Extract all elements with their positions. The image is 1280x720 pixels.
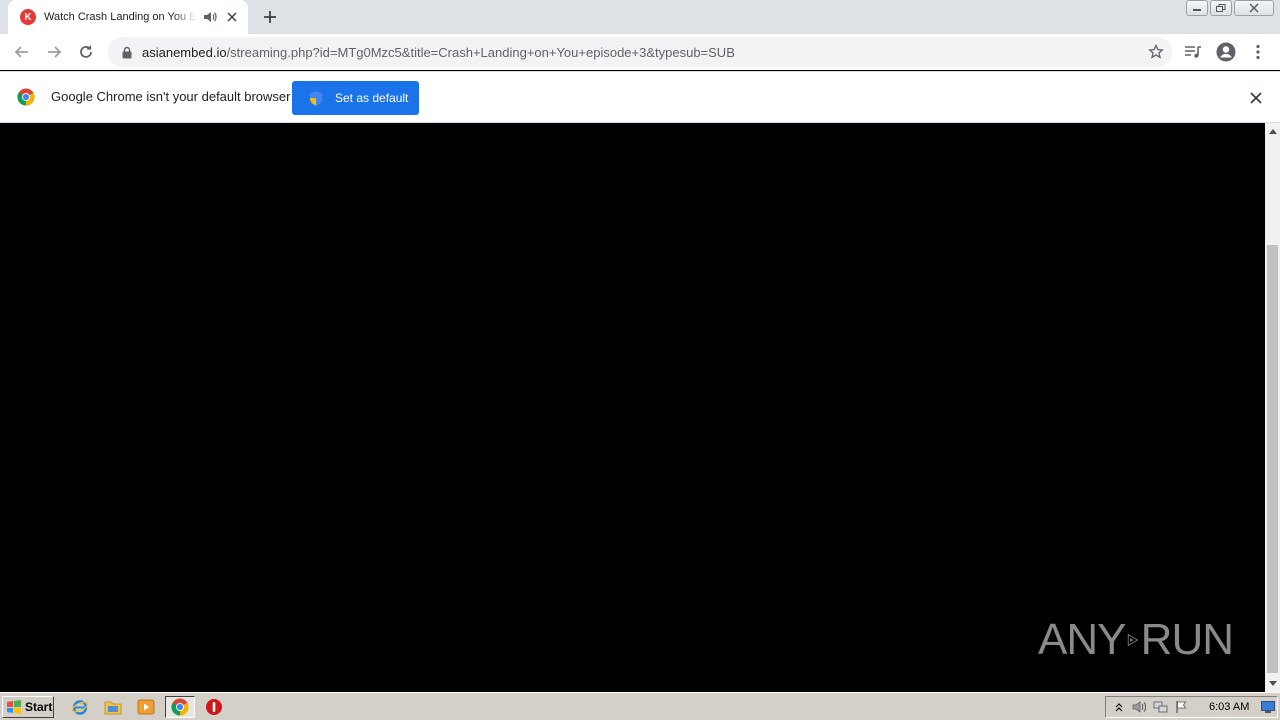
play-triangle-icon bbox=[1128, 633, 1139, 647]
address-bar[interactable]: asianembed.io/streaming.php?id=MTg0Mzc5&… bbox=[108, 37, 1172, 67]
opera-stop-icon[interactable] bbox=[202, 697, 226, 717]
restore-icon[interactable] bbox=[1210, 0, 1232, 16]
speaker-icon[interactable] bbox=[202, 9, 218, 25]
chrome-taskbar-icon[interactable] bbox=[165, 696, 195, 718]
file-explorer-icon[interactable] bbox=[101, 697, 125, 717]
tray-expand-arrow-icon[interactable] bbox=[1111, 699, 1127, 715]
action-center-flag-icon[interactable] bbox=[1174, 699, 1190, 715]
forward-arrow-icon[interactable] bbox=[41, 39, 67, 65]
browser-toolbar: asianembed.io/streaming.php?id=MTg0Mzc5&… bbox=[0, 34, 1280, 70]
watermark-left-text: ANY bbox=[1038, 615, 1126, 664]
back-arrow-icon[interactable] bbox=[9, 39, 35, 65]
infobar-message: Google Chrome isn't your default browser bbox=[51, 89, 291, 104]
video-player-area[interactable] bbox=[0, 123, 1265, 692]
windows-taskbar: Start 6:03 AM bbox=[0, 692, 1280, 720]
window-close-icon[interactable] bbox=[1234, 0, 1274, 16]
url-path: /streaming.php?id=MTg0Mzc5&title=Crash+L… bbox=[226, 44, 735, 60]
browser-tab[interactable]: K Watch Crash Landing on You Episode 3 bbox=[8, 0, 248, 34]
account-icon[interactable] bbox=[1215, 41, 1237, 63]
star-icon[interactable] bbox=[1148, 43, 1164, 60]
anyrun-watermark: ANY RUN bbox=[1038, 608, 1234, 672]
volume-icon[interactable] bbox=[1132, 699, 1148, 715]
windows-logo-icon bbox=[7, 700, 21, 714]
scroll-down-arrow-icon[interactable] bbox=[1265, 675, 1280, 692]
start-label: Start bbox=[25, 700, 53, 714]
site-favicon-icon: K bbox=[20, 9, 36, 25]
network-icon[interactable] bbox=[1153, 699, 1169, 715]
lock-icon[interactable] bbox=[120, 45, 134, 59]
tab-strip: K Watch Crash Landing on You Episode 3 bbox=[0, 0, 1280, 34]
internet-explorer-icon[interactable] bbox=[68, 697, 92, 717]
scroll-thumb[interactable] bbox=[1267, 245, 1278, 673]
close-icon[interactable] bbox=[1248, 90, 1264, 106]
menu-icon[interactable] bbox=[1247, 41, 1269, 63]
show-desktop-icon[interactable] bbox=[1261, 700, 1275, 714]
tab-title: Watch Crash Landing on You Episode 3 bbox=[44, 11, 196, 23]
window-controls bbox=[1186, 0, 1274, 18]
set-as-default-label: Set as default bbox=[335, 91, 409, 105]
page-scrollbar[interactable] bbox=[1265, 123, 1280, 692]
system-tray: 6:03 AM bbox=[1105, 696, 1278, 718]
chrome-logo-icon bbox=[17, 88, 35, 106]
new-tab-plus-icon[interactable] bbox=[258, 6, 282, 28]
start-button[interactable]: Start bbox=[2, 696, 54, 718]
watermark-right-text: RUN bbox=[1140, 615, 1234, 664]
media-player-icon[interactable] bbox=[134, 697, 158, 717]
shield-icon bbox=[310, 91, 322, 105]
reload-icon[interactable] bbox=[73, 39, 99, 65]
tab-close-icon[interactable] bbox=[224, 9, 240, 25]
default-browser-infobar: Google Chrome isn't your default browser… bbox=[0, 71, 1280, 123]
url-host: asianembed.io bbox=[142, 44, 227, 60]
media-control-icon[interactable] bbox=[1182, 41, 1204, 63]
minimize-icon[interactable] bbox=[1186, 0, 1208, 16]
taskbar-clock[interactable]: 6:03 AM bbox=[1209, 701, 1249, 713]
set-as-default-button[interactable]: Set as default bbox=[292, 81, 419, 115]
scroll-up-arrow-icon[interactable] bbox=[1265, 123, 1280, 140]
